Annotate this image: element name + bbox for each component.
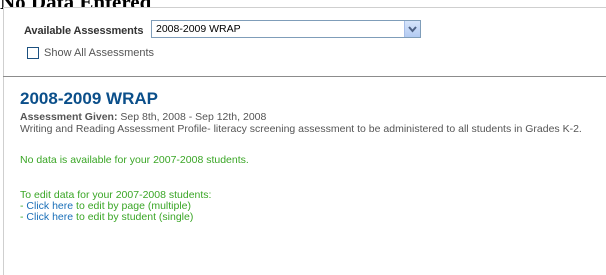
assessment-selector-row: Available Assessments [24,22,143,40]
assessment-title: 2008-2009 WRAP [20,89,158,108]
chevron-down-icon [408,25,417,33]
show-all-label: Show All Assessments [44,47,155,59]
show-all-checkbox[interactable] [27,47,39,59]
edit-by-student-link[interactable]: Click here [26,211,73,223]
assessment-select[interactable]: 2008-2009 WRAP [151,20,421,38]
assessment-given-label: Assessment Given: [20,111,118,123]
show-all-assessments-row[interactable]: Show All Assessments [27,46,154,60]
assessment-panel: Available Assessments 2008-2009 WRAP Sho… [3,7,606,275]
edit-by-student-suffix: to edit by student (single) [73,211,194,223]
dropdown-button[interactable] [404,21,420,37]
assessment-given-dates: Sep 8th, 2008 - Sep 12th, 2008 [120,111,267,123]
no-data-message: No data is available for your 2007-2008 … [20,154,249,166]
available-assessments-label: Available Assessments [24,25,144,37]
assessment-description: Writing and Reading Assessment Profile- … [20,123,582,135]
divider [3,76,606,77]
assessment-given: Assessment Given: Sep 8th, 2008 - Sep 12… [20,111,266,123]
assessment-select-value: 2008-2009 WRAP [156,23,241,35]
edit-by-student-line: - Click here to edit by student (single) [20,211,193,223]
